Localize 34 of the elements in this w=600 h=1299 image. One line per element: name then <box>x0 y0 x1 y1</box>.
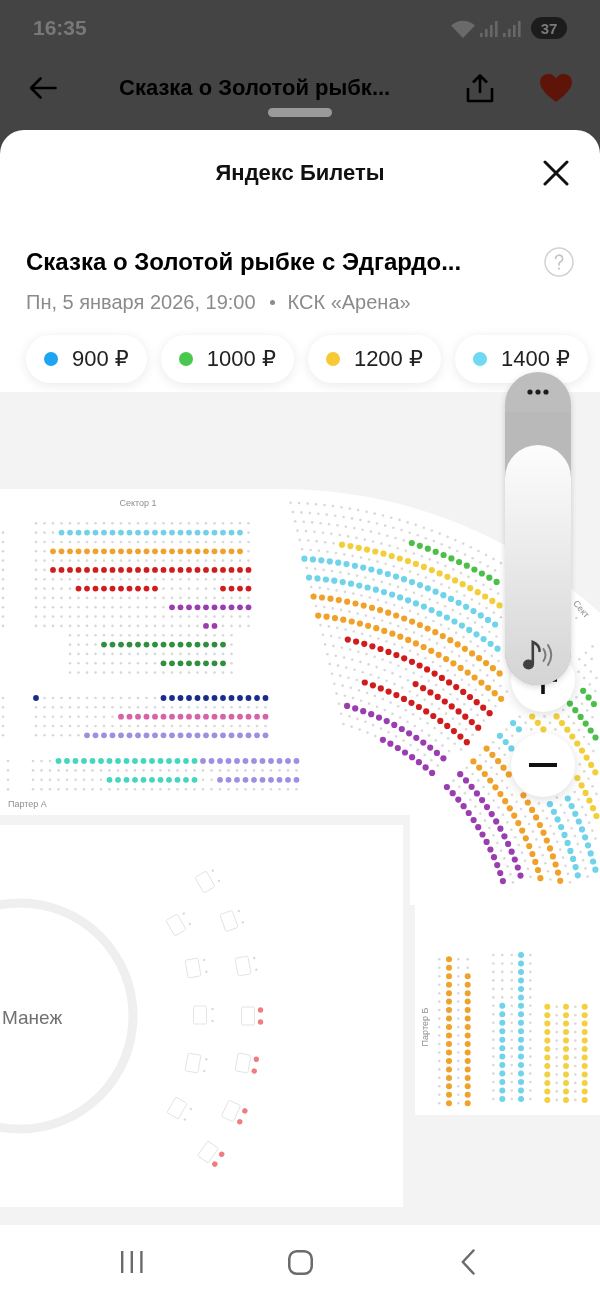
seat-row <box>575 695 594 719</box>
seat-row <box>591 645 594 648</box>
seat-row <box>577 670 597 693</box>
seat-column <box>466 958 469 970</box>
price-filter-button[interactable]: 1200 ₽ <box>307 335 441 383</box>
event-title: Сказка о Золотой рыбке с Эдгардо... <box>26 248 462 276</box>
sector-label: Партер Б <box>420 1007 430 1047</box>
seat-row <box>584 651 593 661</box>
app-bar-title: Сказка о Золотой рыбк... <box>119 75 391 101</box>
close-icon[interactable] <box>543 160 569 186</box>
back-icon[interactable] <box>461 1249 475 1275</box>
sheet-title: Яндекс Билеты <box>215 160 385 186</box>
home-icon[interactable] <box>287 1249 313 1275</box>
separator-dot-icon <box>269 299 275 305</box>
signal-icon <box>480 19 498 37</box>
sector-label: Партер А <box>8 799 47 809</box>
price-filter-button[interactable]: 1000 ₽ <box>160 335 294 383</box>
wifi-icon <box>451 18 475 38</box>
seat-row <box>330 672 358 682</box>
arena-label: Манеж <box>2 1007 63 1028</box>
more-icon[interactable] <box>527 389 549 395</box>
seat-row <box>578 657 598 680</box>
price-filter-button[interactable]: 1400 ₽ <box>454 335 588 383</box>
seat-row <box>342 722 377 738</box>
recent-apps-icon[interactable] <box>121 1251 143 1273</box>
minus-icon <box>529 763 557 767</box>
venue-name: КСК «Арена» <box>287 290 411 314</box>
seat-row <box>34 734 80 737</box>
battery-level: 37 <box>531 17 567 39</box>
sector-label: Сектор 1 <box>119 498 157 508</box>
sheet-handle[interactable] <box>268 108 332 117</box>
event-date: Пн, 5 января 2026, 19:00 <box>26 290 256 314</box>
price-filter-button[interactable]: 900 ₽ <box>26 335 147 383</box>
signal-icon <box>503 19 521 37</box>
